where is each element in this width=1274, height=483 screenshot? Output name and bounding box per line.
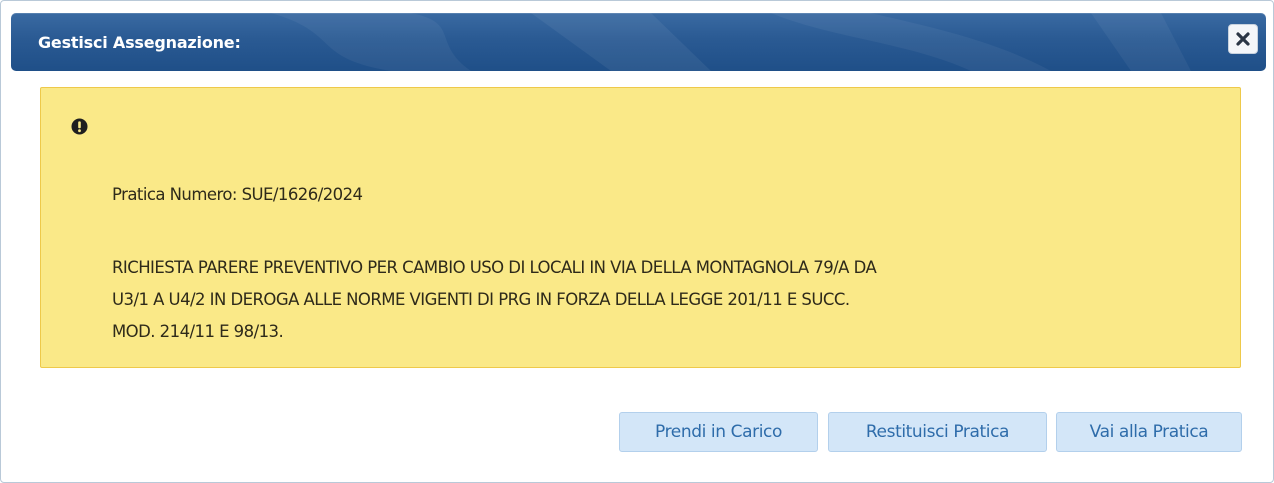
exclamation-circle-icon — [71, 118, 88, 135]
return-practice-button[interactable]: Restituisci Pratica — [828, 412, 1047, 452]
take-charge-button[interactable]: Prendi in Carico — [619, 412, 818, 452]
dialog-titlebar[interactable]: Gestisci Assegnazione: — [11, 13, 1266, 71]
close-button[interactable] — [1228, 24, 1258, 54]
manage-assignment-dialog: Gestisci Assegnazione: Pratica Numero: S… — [0, 0, 1274, 483]
warning-alert: Pratica Numero: SUE/1626/2024 RICHIESTA … — [40, 87, 1241, 368]
description-line: RICHIESTA PARERE PREVENTIVO PER CAMBIO U… — [112, 258, 877, 277]
description-line: MOD. 214/11 E 98/13. — [112, 322, 284, 341]
close-icon — [1236, 32, 1250, 46]
practice-number: Pratica Numero: SUE/1626/2024 — [112, 185, 363, 204]
go-to-practice-button[interactable]: Vai alla Pratica — [1056, 412, 1242, 452]
dialog-title: Gestisci Assegnazione: — [38, 33, 241, 52]
description-line: U3/1 A U4/2 IN DEROGA ALLE NORME VIGENTI… — [112, 290, 850, 309]
